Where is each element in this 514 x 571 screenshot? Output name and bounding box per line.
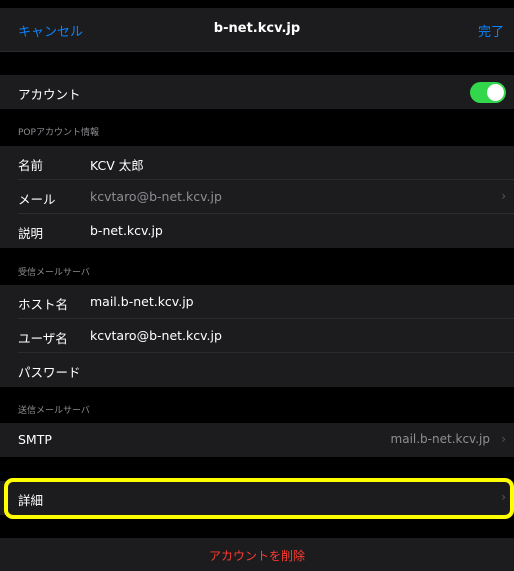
username-label: ユーザ名 [18,331,68,346]
outgoing-section-header: 送信メールサーバ [0,394,514,422]
smtp-row[interactable]: SMTP mail.b-net.kcv.jp › [0,423,514,457]
chevron-right-icon: › [501,189,506,203]
host-name-value[interactable]: mail.b-net.kcv.jp [90,294,194,309]
account-toggle-switch[interactable] [470,82,506,103]
outgoing-section-title: 送信メールサーバ [18,406,90,416]
account-label: アカウント [18,87,81,102]
name-row[interactable]: 名前 KCV 太郎 [0,146,514,180]
delete-account-button[interactable]: アカウントを削除 [209,547,305,564]
page-title: b-net.kcv.jp [213,21,301,36]
email-label: メール [18,192,56,207]
toggle-knob [487,84,504,101]
host-name-label: ホスト名 [18,297,69,312]
chevron-right-icon: › [501,490,506,504]
pop-section-header: POPアカウント情報 [0,116,514,144]
description-value[interactable]: b-net.kcv.jp [90,223,163,238]
description-row[interactable]: 説明 b-net.kcv.jp [0,214,514,248]
password-row[interactable]: パスワード [0,353,514,387]
done-button[interactable]: 完了 [478,21,504,40]
mail-account-settings-screen: キャンセル b-net.kcv.jp 完了 アカウント POPアカウント情報 名… [0,0,514,571]
smtp-server-value: mail.b-net.kcv.jp [390,432,490,446]
account-toggle-row: アカウント [0,75,514,109]
navigation-bar: キャンセル b-net.kcv.jp 完了 [0,8,514,52]
advanced-label: 詳細 [18,493,44,508]
incoming-section-title: 受信メールサーバ [18,268,90,278]
email-value: kcvtaro@b-net.kcv.jp [90,189,222,204]
pop-section-title: POPアカウント情報 [18,128,99,138]
chevron-right-icon: › [501,432,506,446]
advanced-row[interactable]: 詳細 › [0,481,514,515]
name-label: 名前 [18,158,44,173]
name-value[interactable]: KCV 太郎 [90,155,144,174]
username-row[interactable]: ユーザ名 kcvtaro@b-net.kcv.jp [0,319,514,353]
email-row[interactable]: メール kcvtaro@b-net.kcv.jp › [0,180,514,214]
incoming-section-header: 受信メールサーバ [0,256,514,284]
username-value[interactable]: kcvtaro@b-net.kcv.jp [90,328,222,343]
host-name-row[interactable]: ホスト名 mail.b-net.kcv.jp [0,285,514,319]
description-label: 説明 [18,226,44,241]
smtp-label: SMTP [18,432,52,447]
password-label: パスワード [18,365,81,380]
delete-account-row[interactable]: アカウントを削除 [0,538,514,571]
